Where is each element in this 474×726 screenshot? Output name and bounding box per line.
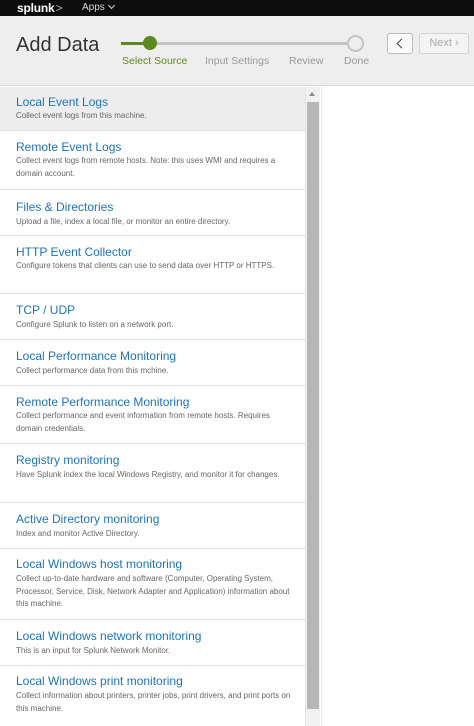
source-description: This is an input for Splunk Network Moni…	[16, 646, 171, 655]
logo-text: splunk	[17, 1, 55, 15]
source-active-directory-monitoring[interactable]: Active Directory monitoring Index and mo…	[0, 503, 305, 549]
triangle-up-icon[interactable]	[309, 92, 315, 96]
next-button-label: Next	[429, 37, 452, 49]
source-local-windows-print-monitoring[interactable]: Local Windows print monitoring Collect i…	[0, 666, 305, 726]
source-local-performance-monitoring[interactable]: Local Performance Monitoring Collect per…	[0, 340, 305, 386]
chevron-right-icon: ›	[455, 37, 459, 49]
logo-suffix: >	[55, 1, 63, 15]
source-title: Local Windows print monitoring	[16, 674, 183, 688]
source-remote-performance-monitoring[interactable]: Remote Performance Monitoring Collect pe…	[0, 386, 305, 444]
source-description: Configure Splunk to listen on a network …	[16, 320, 174, 329]
source-http-event-collector[interactable]: HTTP Event Collector Configure tokens th…	[0, 236, 305, 294]
source-tcp-udp[interactable]: TCP / UDP Configure Splunk to listen on …	[0, 294, 305, 340]
source-title: Local Event Logs	[16, 95, 109, 109]
source-registry-monitoring[interactable]: Registry monitoring Have Splunk index th…	[0, 444, 305, 503]
apps-menu[interactable]: Apps	[82, 0, 115, 16]
source-description: Configure tokens that clients can use to…	[16, 261, 275, 270]
splunk-logo[interactable]: splunk>	[17, 0, 62, 16]
source-title: TCP / UDP	[16, 303, 76, 317]
source-description: Collect performance and event informatio…	[16, 411, 270, 433]
source-title: Local Performance Monitoring	[16, 349, 177, 363]
source-local-event-logs[interactable]: Local Event Logs Collect event logs from…	[0, 87, 305, 131]
source-title: Remote Event Logs	[16, 140, 122, 154]
panel-divider	[321, 87, 322, 726]
source-files-directories[interactable]: Files & Directories Upload a file, index…	[0, 190, 305, 236]
source-title: Files & Directories	[16, 200, 114, 214]
chevron-left-icon	[396, 38, 407, 49]
source-local-windows-network-monitoring[interactable]: Local Windows network monitoring This is…	[0, 620, 305, 666]
back-button[interactable]	[387, 33, 413, 54]
source-description: Collect event logs from this machine.	[16, 111, 147, 120]
source-description: Collect information about printers, prin…	[16, 691, 291, 713]
source-title: HTTP Event Collector	[16, 245, 132, 259]
source-description: Collect performance data from this mchin…	[16, 366, 169, 375]
source-title: Active Directory monitoring	[16, 512, 160, 526]
page-title: Add Data	[16, 34, 100, 56]
source-title: Local Windows network monitoring	[16, 629, 202, 643]
step-review: Review	[289, 55, 324, 67]
top-nav-bar: splunk> Apps	[0, 0, 474, 16]
step-input-settings: Input Settings	[205, 55, 270, 67]
source-description: Collect up-to-date hardware and software…	[16, 574, 290, 608]
add-data-header: Add Data Select Source Input Settings Re…	[0, 16, 474, 86]
source-description: Upload a file, index a local file, or mo…	[16, 217, 231, 226]
source-title: Local Windows host monitoring	[16, 557, 183, 571]
step-marker-current	[143, 36, 157, 50]
wizard-progress-track	[150, 42, 355, 45]
step-select-source: Select Source	[122, 55, 188, 67]
chevron-down-icon	[107, 1, 115, 10]
scrollbar-thumb[interactable]	[307, 102, 319, 709]
next-button[interactable]: Next ›	[419, 33, 469, 54]
source-description: Have Splunk index the local Windows Regi…	[16, 470, 280, 479]
source-local-windows-host-monitoring[interactable]: Local Windows host monitoring Collect up…	[0, 549, 305, 620]
data-source-list: Local Event Logs Collect event logs from…	[0, 87, 305, 726]
source-title: Registry monitoring	[16, 453, 120, 467]
apps-menu-label: Apps	[82, 2, 105, 13]
step-marker-done	[347, 35, 364, 52]
source-description: Collect event logs from remote hosts. No…	[16, 156, 276, 178]
source-description: Index and monitor Active Directory.	[16, 529, 140, 538]
step-done: Done	[344, 55, 370, 67]
source-title: Remote Performance Monitoring	[16, 395, 190, 409]
source-remote-event-logs[interactable]: Remote Event Logs Collect event logs fro…	[0, 131, 305, 190]
